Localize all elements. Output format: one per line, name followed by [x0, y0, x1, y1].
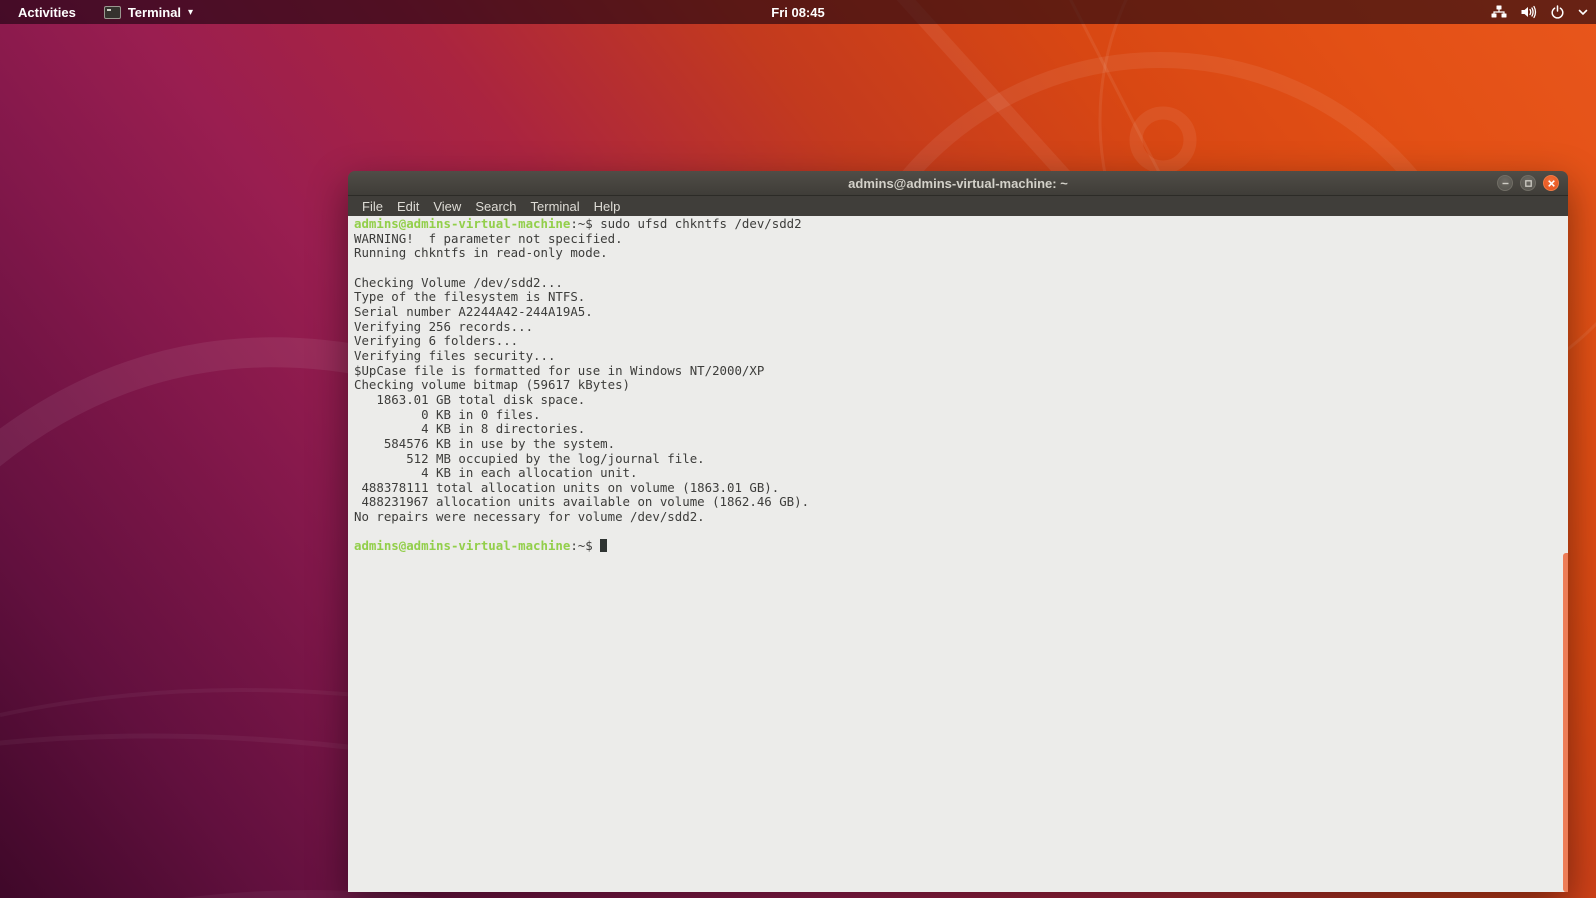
terminal-output-line: Verifying 6 folders...: [354, 333, 519, 349]
terminal-output-line: 584576 KB in use by the system.: [354, 435, 616, 451]
terminal-cursor: [600, 539, 608, 553]
maximize-button[interactable]: [1520, 175, 1536, 191]
menu-bar: File Edit View Search Terminal Help: [348, 196, 1568, 216]
window-title: admins@admins-virtual-machine: ~: [848, 175, 1068, 191]
terminal-prompt-line: admins@admins-virtual-machine:~$: [354, 539, 1558, 554]
menu-item-view[interactable]: View: [426, 197, 468, 216]
terminal-prompt-line: admins@admins-virtual-machine:~$ sudo uf…: [354, 216, 802, 231]
chevron-down-icon: [1578, 9, 1588, 16]
terminal-output-line: WARNING! f parameter not specified.: [354, 230, 623, 246]
window-titlebar[interactable]: admins@admins-virtual-machine: ~: [348, 171, 1568, 196]
terminal-output-line: 4 KB in each allocation unit.: [354, 465, 638, 481]
terminal-output-line: Verifying files security...: [354, 347, 556, 363]
power-icon: [1551, 4, 1564, 19]
minimize-button[interactable]: [1497, 175, 1513, 191]
terminal-output-line: Checking volume bitmap (59617 kBytes): [354, 377, 631, 393]
terminal-output-line: Verifying 256 records...: [354, 318, 534, 334]
menu-item-help[interactable]: Help: [587, 197, 628, 216]
terminal-icon: [103, 5, 121, 19]
system-tray[interactable]: [1491, 0, 1588, 24]
menu-item-edit[interactable]: Edit: [390, 197, 426, 216]
app-menu-label: Terminal: [127, 4, 182, 20]
terminal-output-line: 0 KB in 0 files.: [354, 406, 541, 422]
terminal-output-line: 488231967 allocation units available on …: [354, 494, 810, 510]
terminal-output-line: Type of the filesystem is NTFS.: [354, 289, 586, 305]
top-bar: Activities Terminal ▾ Fri 08:45: [0, 0, 1596, 24]
terminal-output-line: 4 KB in 8 directories.: [354, 421, 586, 437]
terminal-text: admins@admins-virtual-machine:~$ sudo uf…: [354, 216, 1558, 554]
scrollbar[interactable]: [1563, 553, 1568, 892]
chevron-down-icon: ▾: [188, 6, 194, 18]
terminal-output-line: Running chkntfs in read-only mode.: [354, 245, 608, 261]
clock[interactable]: Fri 08:45: [0, 5, 1596, 20]
app-menu-terminal[interactable]: Terminal ▾: [94, 0, 203, 24]
terminal-output-line: 488378111 total allocation units on volu…: [354, 479, 780, 495]
activities-button[interactable]: Activities: [0, 0, 94, 24]
terminal-output-line: $UpCase file is formatted for use in Win…: [354, 362, 765, 378]
close-button[interactable]: [1543, 175, 1559, 191]
menu-item-file[interactable]: File: [355, 197, 390, 216]
menu-item-terminal[interactable]: Terminal: [524, 197, 587, 216]
terminal-output-line: No repairs were necessary for volume /de…: [354, 509, 705, 525]
network-icon: [1491, 5, 1507, 18]
terminal-output-line: Checking Volume /dev/sdd2...: [354, 274, 563, 290]
terminal-output-line: 1863.01 GB total disk space.: [354, 391, 586, 407]
terminal-window: admins@admins-virtual-machine: ~ File Edi…: [348, 171, 1568, 892]
menu-item-search[interactable]: Search: [468, 197, 523, 216]
terminal-output-line: 512 MB occupied by the log/journal file.: [354, 450, 705, 466]
terminal-content[interactable]: admins@admins-virtual-machine:~$ sudo uf…: [348, 216, 1568, 892]
terminal-output-line: Serial number A2244A42-244A19A5.: [354, 303, 593, 319]
volume-icon: [1521, 5, 1537, 19]
